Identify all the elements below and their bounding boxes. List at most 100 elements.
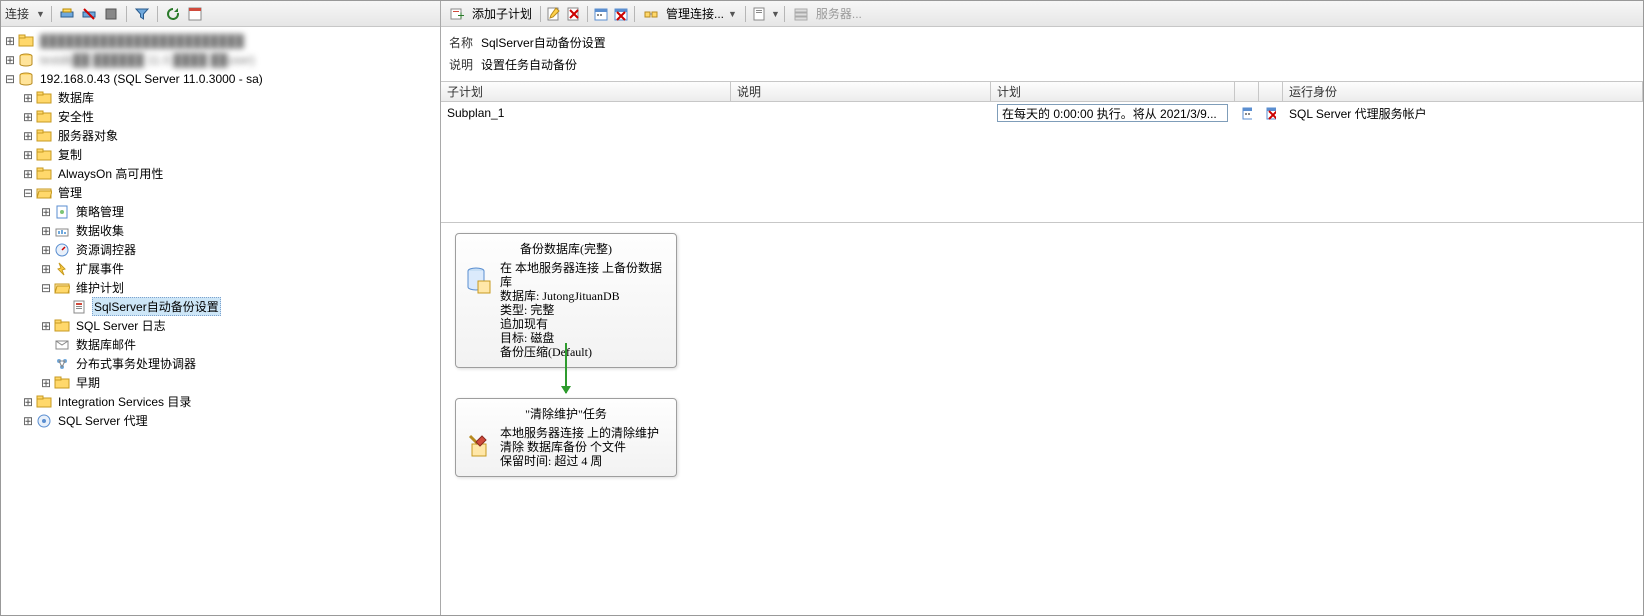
expand-icon[interactable]: ⊞	[39, 243, 53, 257]
tree-node-server-objects[interactable]: 服务器对象	[56, 126, 120, 145]
toolbar-separator	[784, 6, 785, 22]
tree-node-maint-plans[interactable]: 维护计划	[74, 278, 126, 297]
cell-subplan[interactable]: Subplan_1	[441, 102, 731, 124]
tree-node-ssis[interactable]: Integration Services 目录	[56, 392, 193, 411]
expand-icon[interactable]: ⊞	[3, 34, 17, 48]
cell-plan[interactable]	[991, 102, 1235, 124]
task-title: 备份数据库(完整)	[466, 240, 666, 257]
design-surface[interactable]: 备份数据库(完整) 在 本地服务器连接 上备份数据库 数据库: JutongJi…	[441, 222, 1643, 615]
designer-toolbar: 添加子计划 管理连接... ▼ ▼ 服务器...	[441, 1, 1643, 27]
stop-icon[interactable]	[102, 5, 120, 23]
toolbar-separator	[634, 6, 635, 22]
expand-icon[interactable]: ⊞	[39, 205, 53, 219]
manage-connections-button[interactable]: 管理连接... ▼	[639, 3, 741, 24]
tree-node-sql-logs[interactable]: SQL Server 日志	[74, 316, 168, 335]
tree-node-security[interactable]: 安全性	[56, 107, 96, 126]
tree-node-dtc[interactable]: 分布式事务处理协调器	[74, 354, 198, 373]
tree-node-maint-plan-item[interactable]: SqlServer自动备份设置	[92, 297, 221, 316]
delete-subplan-icon[interactable]	[565, 5, 583, 23]
tree-node-policy[interactable]: 策略管理	[74, 202, 126, 221]
col-schedule-icon	[1235, 82, 1259, 101]
properties-icon[interactable]	[186, 5, 204, 23]
tree-node-alwayson[interactable]: AlwaysOn 高可用性	[56, 164, 165, 183]
col-subplan[interactable]: 子计划	[441, 82, 731, 101]
dropdown-icon: ▼	[728, 9, 737, 19]
subplan-row[interactable]: Subplan_1 SQL Server 代理服务帐户	[441, 102, 1643, 124]
tree-node-databases[interactable]: 数据库	[56, 88, 96, 107]
servers-icon	[793, 6, 809, 22]
subplan-props-icon[interactable]	[545, 5, 563, 23]
desc-value[interactable]: 设置任务自动备份	[477, 54, 1635, 75]
add-subplan-icon	[449, 6, 465, 22]
refresh-icon[interactable]	[164, 5, 182, 23]
task-title: "清除维护"任务	[466, 405, 666, 422]
col-plan[interactable]: 计划	[991, 82, 1235, 101]
expand-icon[interactable]: ⊞	[21, 395, 35, 409]
subplan-grid-header: 子计划 说明 计划 运行身份	[441, 82, 1643, 102]
expand-icon[interactable]: ⊞	[39, 376, 53, 390]
toolbar-separator	[51, 6, 52, 22]
tree-node-server[interactable]: 192.168.0.43 (SQL Server 11.0.3000 - sa)	[38, 71, 265, 87]
manage-connections-label: 管理连接...	[666, 5, 724, 22]
name-label: 名称	[449, 34, 477, 51]
collapse-icon[interactable]: ⊟	[21, 186, 35, 200]
tree-node-data-collect[interactable]: 数据收集	[74, 221, 126, 240]
expand-icon[interactable]: ⊞	[21, 148, 35, 162]
tree-node-ext-events[interactable]: 扩展事件	[74, 259, 126, 278]
cell-run-as[interactable]: SQL Server 代理服务帐户	[1283, 102, 1643, 124]
connections-icon	[643, 6, 659, 22]
cell-schedule-btn[interactable]	[1235, 102, 1259, 124]
connect-label[interactable]: 连接	[5, 5, 29, 22]
tree-node-resource-gov[interactable]: 资源调控器	[74, 240, 138, 259]
remove-schedule-icon[interactable]	[612, 5, 630, 23]
tree-node-agent[interactable]: SQL Server 代理	[56, 411, 150, 430]
reporting-icon[interactable]	[750, 5, 768, 23]
folder-open-icon	[54, 280, 70, 296]
filter-icon[interactable]	[133, 5, 151, 23]
task-body: 本地服务器连接 上的清除维护 清除 数据库备份 个文件 保留时间: 超过 4 周	[500, 426, 659, 468]
col-desc[interactable]: 说明	[731, 82, 991, 101]
disconnect-icon[interactable]	[80, 5, 98, 23]
name-value[interactable]: SqlServer自动备份设置	[477, 32, 1635, 53]
tree-node-management[interactable]: 管理	[56, 183, 84, 202]
object-explorer-toolbar: 连接 ▼	[1, 1, 440, 27]
add-subplan-button[interactable]: 添加子计划	[445, 3, 536, 24]
connect-icon[interactable]	[58, 5, 76, 23]
plan-input[interactable]	[997, 104, 1228, 122]
dropdown-icon[interactable]: ▼	[771, 9, 780, 19]
expand-icon[interactable]: ⊞	[21, 414, 35, 428]
folder-icon	[54, 318, 70, 334]
ext-events-icon	[54, 261, 70, 277]
expand-icon[interactable]: ⊞	[39, 262, 53, 276]
tree-node-db-mail[interactable]: 数据库邮件	[74, 335, 138, 354]
expand-icon[interactable]: ⊞	[3, 53, 17, 67]
dtc-icon	[54, 356, 70, 372]
expand-icon[interactable]: ⊞	[21, 129, 35, 143]
folder-open-icon	[36, 185, 52, 201]
task-cleanup[interactable]: "清除维护"任务 本地服务器连接 上的清除维护 清除 数据库备份 个文件 保留时…	[455, 398, 677, 477]
expand-icon[interactable]: ⊞	[21, 91, 35, 105]
cell-remove-schedule-btn[interactable]	[1259, 102, 1283, 124]
tree-node-legacy[interactable]: 早期	[74, 373, 102, 392]
folder-icon	[36, 147, 52, 163]
cell-desc[interactable]	[731, 102, 991, 124]
object-explorer-tree[interactable]: ⊞ ████████████████████████ ⊞ testdb██ ████…	[1, 27, 440, 615]
collapse-icon[interactable]: ⊟	[39, 281, 53, 295]
folder-icon	[36, 166, 52, 182]
schedule-icon[interactable]	[592, 5, 610, 23]
toolbar-separator	[157, 6, 158, 22]
toolbar-separator	[126, 6, 127, 22]
tree-node-blurred[interactable]: ████████████████████████	[38, 33, 246, 49]
expand-icon[interactable]: ⊞	[21, 167, 35, 181]
col-run-as[interactable]: 运行身份	[1283, 82, 1643, 101]
expand-icon[interactable]: ⊞	[39, 319, 53, 333]
connect-dropdown-icon[interactable]: ▼	[36, 9, 45, 19]
designer-pane: 添加子计划 管理连接... ▼ ▼ 服务器...	[441, 1, 1643, 615]
tree-node-replication[interactable]: 复制	[56, 145, 84, 164]
collapse-icon[interactable]: ⊟	[3, 72, 17, 86]
resource-gov-icon	[54, 242, 70, 258]
expand-icon[interactable]: ⊞	[21, 110, 35, 124]
tree-node-blurred[interactable]: testdb██ ██████ 11.0.████ ██user)	[38, 52, 257, 68]
expand-icon[interactable]: ⊞	[39, 224, 53, 238]
flow-arrow[interactable]	[565, 343, 567, 393]
